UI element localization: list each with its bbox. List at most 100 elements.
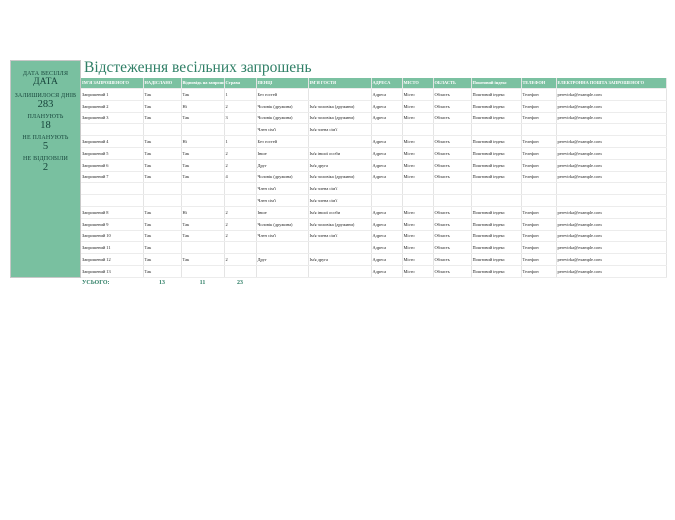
table-cell[interactable]: Ім'я члена сім'ї — [308, 182, 372, 196]
table-cell[interactable]: Телефон — [521, 265, 557, 278]
table-cell[interactable]: Так — [143, 265, 182, 278]
table-cell[interactable]: Чоловік (дружина) — [256, 100, 309, 113]
table-cell[interactable]: Місто — [402, 230, 434, 243]
table-cell[interactable]: Так — [181, 159, 225, 172]
table-cell[interactable] — [181, 194, 225, 207]
table-cell[interactable] — [371, 194, 403, 207]
table-cell[interactable]: Поштовий індекс — [471, 265, 522, 278]
table-cell[interactable]: Місто — [402, 159, 434, 172]
table-cell[interactable]: Запрошений 4 — [81, 135, 144, 148]
table-cell[interactable]: Без гостей — [256, 135, 309, 148]
table-cell[interactable] — [181, 182, 225, 196]
table-cell[interactable]: Запрошений 3 — [81, 112, 144, 125]
column-header[interactable]: ОБЛАСТЬ — [433, 78, 472, 89]
table-cell[interactable] — [556, 123, 667, 137]
table-cell[interactable]: Область — [433, 241, 472, 255]
table-cell[interactable]: Адреса — [371, 171, 403, 184]
table-cell[interactable]: Ні — [181, 100, 225, 113]
table-cell[interactable]: Так — [143, 253, 182, 266]
table-cell[interactable]: Місто — [402, 241, 434, 255]
table-cell[interactable]: 2 — [224, 147, 257, 160]
table-cell[interactable]: perevirka@example.com — [556, 206, 667, 219]
table-cell[interactable]: Область — [433, 159, 472, 172]
table-cell[interactable]: Область — [433, 88, 472, 101]
table-cell[interactable]: Запрошений 6 — [81, 159, 144, 172]
table-cell[interactable]: Поштовий індекс — [471, 241, 522, 255]
table-cell[interactable]: Друг — [256, 253, 309, 266]
table-cell[interactable]: Область — [433, 100, 472, 113]
table-cell[interactable]: Адреса — [371, 159, 403, 172]
table-cell[interactable]: Область — [433, 206, 472, 219]
table-cell[interactable] — [224, 123, 257, 137]
table-cell[interactable]: 2 — [224, 100, 257, 113]
table-cell[interactable]: Ім'я члена сім'ї — [308, 123, 372, 137]
table-cell[interactable]: Місто — [402, 206, 434, 219]
table-cell[interactable]: perevirka@example.com — [556, 112, 667, 125]
table-cell[interactable]: Ні — [181, 206, 225, 219]
table-cell[interactable]: Так — [181, 218, 225, 231]
table-cell[interactable]: Запрошений 5 — [81, 147, 144, 160]
table-cell[interactable]: 1 — [224, 135, 257, 148]
table-cell[interactable] — [143, 182, 182, 196]
table-cell[interactable]: Запрошений 7 — [81, 171, 144, 184]
table-cell[interactable]: Місто — [402, 112, 434, 125]
table-cell[interactable]: Член сім'ї — [256, 230, 309, 243]
table-cell[interactable]: Запрошений 11 — [81, 241, 144, 255]
table-cell[interactable]: Чоловік (дружина) — [256, 112, 309, 125]
table-cell[interactable]: Ім'я члена сім'ї — [308, 230, 372, 243]
table-cell[interactable] — [143, 123, 182, 137]
table-cell[interactable]: perevirka@example.com — [556, 265, 667, 278]
table-cell[interactable]: Телефон — [521, 206, 557, 219]
table-cell[interactable]: Член сім'ї — [256, 194, 309, 207]
table-cell[interactable]: 2 — [224, 218, 257, 231]
table-cell[interactable]: Поштовий індекс — [471, 218, 522, 231]
table-cell[interactable] — [521, 182, 557, 196]
column-header[interactable]: МІСТО — [402, 78, 434, 89]
table-cell[interactable]: Місто — [402, 253, 434, 266]
table-cell[interactable]: Адреса — [371, 147, 403, 160]
table-cell[interactable] — [402, 194, 434, 207]
table-cell[interactable]: perevirka@example.com — [556, 100, 667, 113]
table-cell[interactable]: Область — [433, 112, 472, 125]
table-cell[interactable] — [224, 241, 257, 255]
table-cell[interactable]: Область — [433, 135, 472, 148]
table-cell[interactable]: Ім'я чоловіка (дружини) — [308, 171, 372, 184]
table-cell[interactable]: Область — [433, 171, 472, 184]
table-cell[interactable]: Без гостей — [256, 88, 309, 101]
table-cell[interactable]: 2 — [224, 206, 257, 219]
table-cell[interactable]: perevirka@example.com — [556, 88, 667, 101]
table-cell[interactable]: Поштовий індекс — [471, 147, 522, 160]
table-cell[interactable]: Так — [143, 159, 182, 172]
table-cell[interactable]: Ім'я чоловіка (дружини) — [308, 218, 372, 231]
table-cell[interactable]: Поштовий індекс — [471, 206, 522, 219]
table-cell[interactable]: Адреса — [371, 112, 403, 125]
table-cell[interactable]: Поштовий індекс — [471, 171, 522, 184]
table-cell[interactable] — [308, 265, 372, 278]
table-cell[interactable]: Запрошений 8 — [81, 206, 144, 219]
table-cell[interactable]: Так — [143, 147, 182, 160]
table-cell[interactable]: Ім'я іншої особи — [308, 206, 372, 219]
table-cell[interactable] — [181, 123, 225, 137]
table-cell[interactable] — [556, 182, 667, 196]
table-cell[interactable]: Друг — [256, 159, 309, 172]
table-cell[interactable]: Поштовий індекс — [471, 253, 522, 266]
table-cell[interactable]: Ім'я чоловіка (дружини) — [308, 112, 372, 125]
column-header[interactable]: ТЕЛЕФОН — [521, 78, 557, 89]
table-cell[interactable]: Ім'я друга — [308, 253, 372, 266]
table-cell[interactable]: Ім'я члена сім'ї — [308, 194, 372, 207]
table-cell[interactable] — [402, 123, 434, 137]
table-cell[interactable]: perevirka@example.com — [556, 218, 667, 231]
table-cell[interactable]: Член сім'ї — [256, 182, 309, 196]
table-cell[interactable] — [433, 123, 472, 137]
column-header[interactable]: ЕЛЕКТРОННА ПОШТА ЗАПРОШЕНОГО — [556, 78, 667, 89]
column-header[interactable]: НАДІСЛАНО — [143, 78, 182, 89]
table-cell[interactable]: perevirka@example.com — [556, 147, 667, 160]
table-cell[interactable]: 2 — [224, 230, 257, 243]
table-cell[interactable]: 2 — [224, 253, 257, 266]
table-cell[interactable]: Область — [433, 253, 472, 266]
table-cell[interactable] — [556, 194, 667, 207]
table-cell[interactable] — [433, 182, 472, 196]
table-cell[interactable]: Так — [143, 112, 182, 125]
table-cell[interactable]: Запрошений 10 — [81, 230, 144, 243]
table-cell[interactable]: Запрошений 13 — [81, 265, 144, 278]
